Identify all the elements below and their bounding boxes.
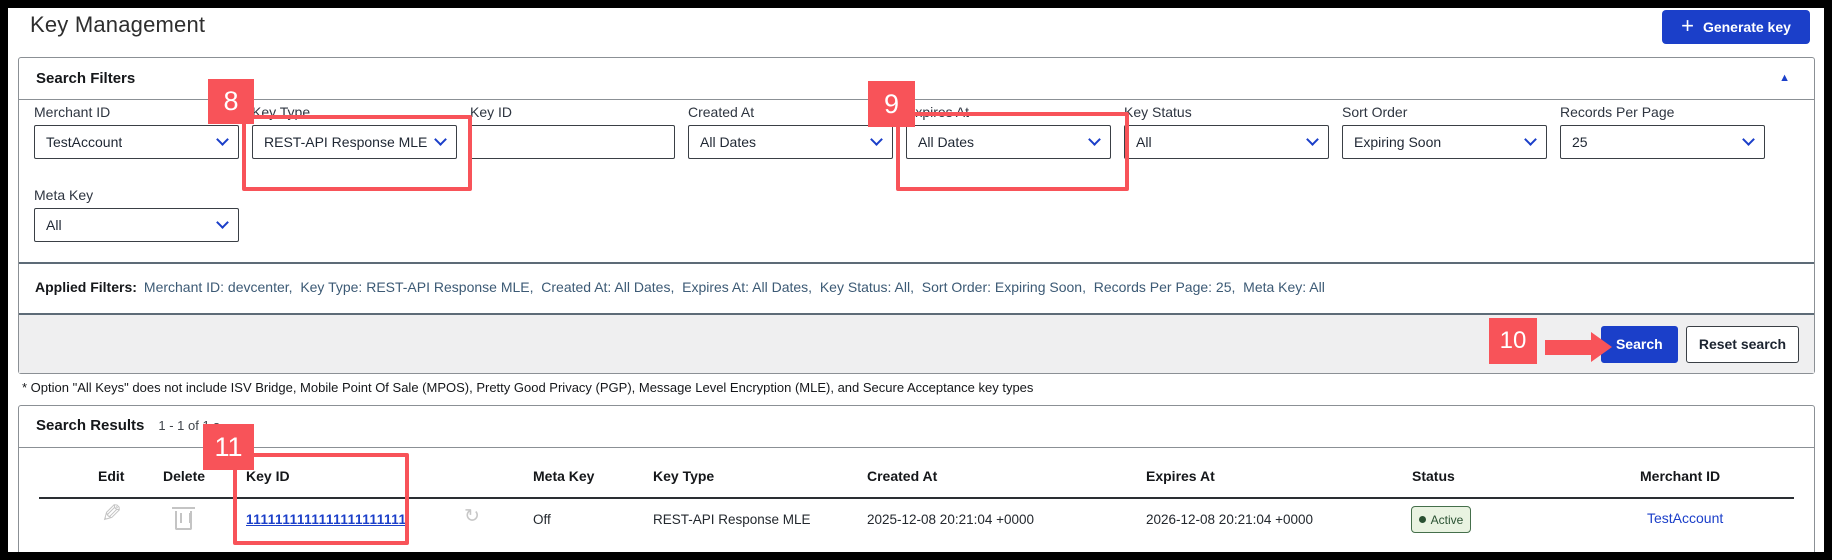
key-status-value: All xyxy=(1136,134,1152,150)
created-at-label: Created At xyxy=(688,104,755,120)
key-management-page: Key Management + Generate key Search Fil… xyxy=(8,8,1824,552)
merchant-id-value: TestAccount xyxy=(46,134,123,150)
meta-key-select[interactable]: All xyxy=(34,208,239,242)
key-id-input[interactable] xyxy=(470,125,675,159)
col-header-created-at: Created At xyxy=(867,468,938,484)
sort-order-select[interactable]: Expiring Soon xyxy=(1342,125,1547,159)
meta-key-label: Meta Key xyxy=(34,187,94,203)
records-per-page-label: Records Per Page xyxy=(1560,104,1675,120)
chevron-down-icon xyxy=(434,133,447,146)
status-text: Active xyxy=(1430,512,1464,527)
applied-filters: Applied Filters: Merchant ID: devcenter, … xyxy=(35,279,1325,295)
all-keys-footnote: * Option "All Keys" does not include ISV… xyxy=(22,380,1034,395)
key-id-link[interactable]: 1111111111111111111111 xyxy=(246,512,407,527)
records-per-page-select[interactable]: 25 xyxy=(1560,125,1765,159)
filter-created-at: Created At All Dates xyxy=(688,104,893,159)
annotation-badge-11: 11 xyxy=(203,424,254,470)
generate-key-button[interactable]: + Generate key xyxy=(1662,10,1810,44)
created-at-select[interactable]: All Dates xyxy=(688,125,893,159)
created-at-value: All Dates xyxy=(700,134,757,150)
expires-at-value: All Dates xyxy=(918,134,975,150)
merchant-id-select[interactable]: TestAccount xyxy=(34,125,239,159)
rotate-key-icon[interactable]: ↻ xyxy=(464,507,480,526)
status-dot-icon xyxy=(1418,516,1426,523)
filter-key-status: Key Status All xyxy=(1124,104,1329,159)
search-results-title: Search Results xyxy=(36,417,145,434)
generate-key-label: Generate key xyxy=(1702,19,1791,35)
col-header-status: Status xyxy=(1412,468,1455,484)
key-type-value: REST-API Response MLE xyxy=(264,134,428,150)
col-header-meta-key: Meta Key xyxy=(533,468,595,484)
annotation-arrow-right-icon xyxy=(1545,332,1612,362)
key-status-select[interactable]: All xyxy=(1124,125,1329,159)
search-filters-panel: Search Filters ▲ Merchant ID TestAccount… xyxy=(18,57,1815,374)
page-title: Key Management xyxy=(30,12,206,37)
applied-filters-text: Merchant ID: devcenter, Key Type: REST-A… xyxy=(143,279,1325,295)
col-header-delete: Delete xyxy=(163,468,206,484)
col-header-merchant-id: Merchant ID xyxy=(1640,468,1721,484)
filter-records-per-page: Records Per Page 25 xyxy=(1560,104,1765,159)
merchant-id-link[interactable]: TestAccount xyxy=(1647,510,1723,526)
cell-key-type: REST-API Response MLE xyxy=(653,512,811,527)
filter-expires-at: Expires At All Dates xyxy=(906,104,1111,159)
sort-order-value: Expiring Soon xyxy=(1354,134,1442,150)
chevron-down-icon xyxy=(216,133,229,146)
chevron-down-icon xyxy=(870,133,883,146)
search-results-header: Search Results 1 - 1 of 1 s xyxy=(19,406,1814,448)
sort-order-label: Sort Order xyxy=(1342,104,1408,120)
collapse-triangle-icon[interactable]: ▲ xyxy=(1779,73,1790,84)
expires-at-label: Expires At xyxy=(906,104,970,120)
key-id-label: Key ID xyxy=(470,104,513,120)
filter-key-id: Key ID xyxy=(470,104,675,159)
cell-expires-at: 2026-12-08 20:21:04 +0000 xyxy=(1146,512,1314,527)
search-filters-title: Search Filters xyxy=(36,70,136,87)
col-header-expires-at: Expires At xyxy=(1146,468,1215,484)
search-filters-header: Search Filters ▲ xyxy=(19,58,1814,100)
meta-key-value: All xyxy=(46,217,62,233)
delete-trash-icon[interactable] xyxy=(172,507,195,530)
applied-filters-label: Applied Filters: xyxy=(35,279,137,295)
key-type-label: Key Type xyxy=(252,104,311,120)
chevron-down-icon xyxy=(216,216,229,229)
key-status-label: Key Status xyxy=(1124,104,1192,120)
screenshot-frame: Key Management + Generate key Search Fil… xyxy=(0,0,1832,560)
annotation-badge-9: 9 xyxy=(868,81,915,127)
status-badge: Active xyxy=(1411,506,1471,533)
filters-divider xyxy=(19,262,1814,264)
chevron-down-icon xyxy=(1742,133,1755,146)
col-header-key-type: Key Type xyxy=(653,468,715,484)
search-button[interactable]: Search xyxy=(1600,325,1678,363)
filter-key-type: Key Type REST-API Response MLE xyxy=(252,104,457,159)
chevron-down-icon xyxy=(1524,133,1537,146)
plus-icon: + xyxy=(1681,13,1694,38)
chevron-down-icon xyxy=(1306,133,1319,146)
expires-at-select[interactable]: All Dates xyxy=(906,125,1111,159)
key-type-select[interactable]: REST-API Response MLE xyxy=(252,125,457,159)
records-per-page-value: 25 xyxy=(1572,134,1588,150)
cell-meta-key: Off xyxy=(533,512,551,527)
filter-sort-order: Sort Order Expiring Soon xyxy=(1342,104,1547,159)
search-results-panel: Search Results 1 - 1 of 1 s Edit Delete … xyxy=(18,405,1815,552)
chevron-down-icon xyxy=(1088,133,1101,146)
col-header-edit: Edit xyxy=(98,468,125,484)
reset-search-button[interactable]: Reset search xyxy=(1685,325,1799,363)
filter-meta-key: Meta Key All xyxy=(34,187,239,242)
cell-created-at: 2025-12-08 20:21:04 +0000 xyxy=(867,512,1035,527)
annotation-badge-8: 8 xyxy=(208,79,254,124)
annotation-badge-10: 10 xyxy=(1489,318,1537,364)
table-header-rule xyxy=(39,497,1794,499)
edit-pencil-icon[interactable]: ✎ xyxy=(101,500,122,528)
col-header-key-id: Key ID xyxy=(246,468,290,484)
